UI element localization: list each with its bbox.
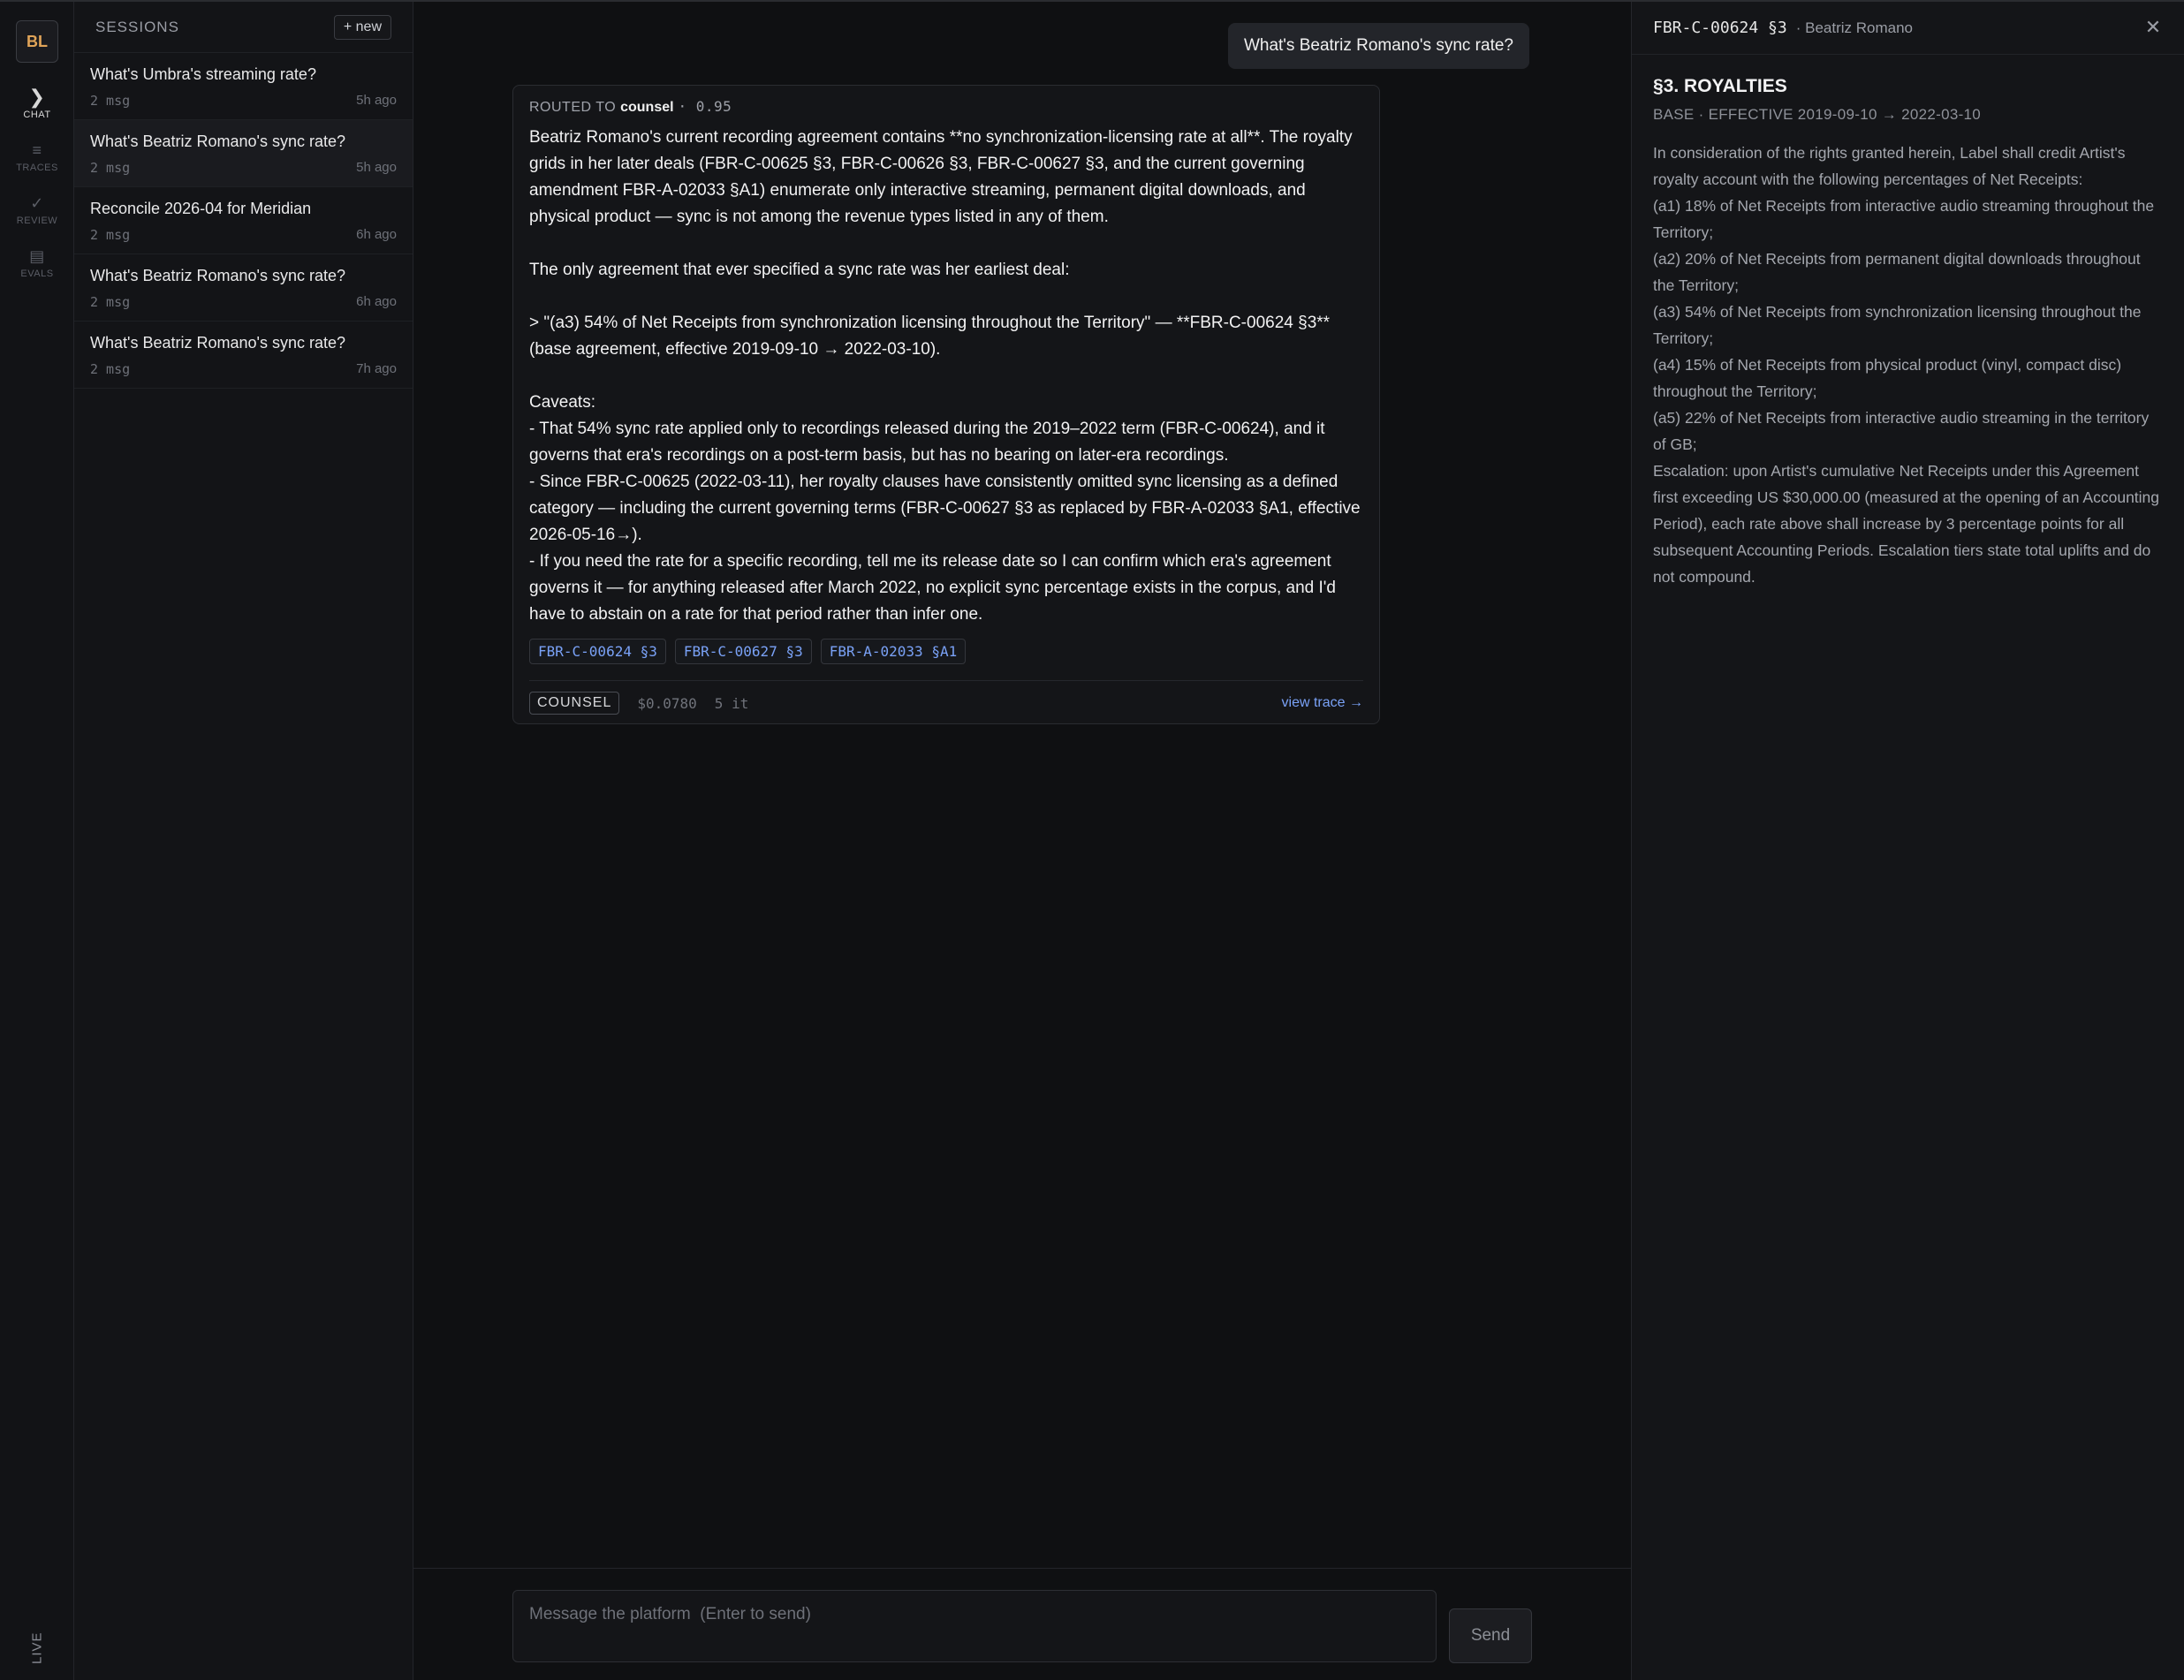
routed-agent: counsel <box>620 100 674 115</box>
clause-escalation: Escalation: upon Artist's cumulative Net… <box>1653 462 2160 586</box>
session-time: 5h ago <box>356 160 397 175</box>
section-subtitle: BASE · EFFECTIVE 2019-09-10 → 2022-03-10 <box>1653 106 1982 123</box>
new-session-button[interactable]: + new <box>333 14 391 40</box>
session-title: What's Beatriz Romano's sync rate? <box>90 334 345 352</box>
citation-list: FBR-C-00624 §3 FBR-C-00627 §3 FBR-A-0203… <box>529 639 1363 664</box>
session-item[interactable]: Reconcile 2026-04 for Meridian 2 msg 6h … <box>74 187 413 254</box>
clause-a4: (a4) 15% of Net Receipts from physical p… <box>1653 356 2122 400</box>
nav-chat-label: CHAT <box>23 109 51 120</box>
sessions-panel: SESSIONS + new What's Umbra's streaming … <box>74 2 413 1680</box>
assistant-answer: ROUTED TO counsel · 0.95 Beatriz Romano'… <box>512 85 1380 724</box>
sessions-title: SESSIONS <box>95 18 179 35</box>
message-input[interactable] <box>512 1590 1437 1662</box>
session-title: Reconcile 2026-04 for Meridian <box>90 200 312 217</box>
session-time: 6h ago <box>356 227 397 242</box>
clause-a2: (a2) 20% of Net Receipts from permanent … <box>1653 250 2141 294</box>
nav-review[interactable]: ✓ REVIEW <box>0 184 74 235</box>
session-title: What's Umbra's streaming rate? <box>90 65 316 83</box>
clause-a1: (a1) 18% of Net Receipts from interactiv… <box>1653 197 2155 241</box>
table-icon: ▤ <box>29 246 45 265</box>
nav-evals-label: EVALS <box>20 268 54 279</box>
live-status: LIVE <box>29 1631 45 1665</box>
send-button[interactable]: Send <box>1449 1608 1532 1663</box>
section-text: In consideration of the rights granted h… <box>1653 140 2163 590</box>
nav-traces-label: TRACES <box>16 162 58 173</box>
clause-a3: (a3) 54% of Net Receipts from synchroniz… <box>1653 303 2142 347</box>
agent-badge: COUNSEL <box>529 692 620 715</box>
session-item[interactable]: What's Umbra's streaming rate? 2 msg 5h … <box>74 53 413 120</box>
chevron-right-icon: ❯ <box>28 85 46 108</box>
document-body: §3. ROYALTIES BASE · EFFECTIVE 2019-09-1… <box>1632 55 2184 611</box>
sessions-header: SESSIONS + new <box>74 2 413 53</box>
document-id: FBR-C-00624 §3 <box>1653 19 1787 37</box>
session-title: What's Beatriz Romano's sync rate? <box>90 132 345 150</box>
session-time: 6h ago <box>356 294 397 309</box>
session-count: 2 msg <box>90 294 131 310</box>
section-title: §3. ROYALTIES <box>1653 76 1787 96</box>
user-message: What's Beatriz Romano's sync rate? <box>1227 23 1529 69</box>
iteration-count: 5 it <box>714 694 749 712</box>
nav-chat[interactable]: ❯ CHAT <box>0 78 74 129</box>
clause-intro: In consideration of the rights granted h… <box>1653 144 2126 188</box>
list-icon: ≡ <box>32 140 42 159</box>
answer-footer: COUNSEL $0.0780 5 it view trace → <box>529 680 1363 715</box>
routed-label: ROUTED TO <box>529 100 617 115</box>
session-title: What's Beatriz Romano's sync rate? <box>90 267 345 284</box>
chat-pane: What's Beatriz Romano's sync rate? ROUTE… <box>413 2 1631 1680</box>
nav-evals[interactable]: ▤ EVALS <box>0 237 74 288</box>
session-count: 2 msg <box>90 93 131 109</box>
session-item-active[interactable]: What's Beatriz Romano's sync rate? 2 msg… <box>74 120 413 187</box>
answer-text: Beatriz Romano's current recording agree… <box>529 128 1361 624</box>
citation-chip[interactable]: FBR-A-02033 §A1 <box>820 639 967 664</box>
session-time: 5h ago <box>356 93 397 108</box>
avatar[interactable]: BL <box>16 20 58 63</box>
nav-traces[interactable]: ≡ TRACES <box>0 131 74 182</box>
routed-score: · 0.95 <box>678 98 732 115</box>
cost-value: $0.0780 <box>637 694 697 712</box>
document-panel: FBR-C-00624 §3 · Beatriz Romano ✕ §3. RO… <box>1631 2 2184 1680</box>
session-item[interactable]: What's Beatriz Romano's sync rate? 2 msg… <box>74 254 413 322</box>
citation-chip[interactable]: FBR-C-00627 §3 <box>674 639 812 664</box>
session-count: 2 msg <box>90 361 131 377</box>
document-artist: · Beatriz Romano <box>1795 19 1913 36</box>
citation-chip[interactable]: FBR-C-00624 §3 <box>529 639 666 664</box>
close-icon[interactable]: ✕ <box>2143 18 2163 37</box>
clause-a5: (a5) 22% of Net Receipts from interactiv… <box>1653 409 2150 453</box>
session-count: 2 msg <box>90 227 131 243</box>
session-count: 2 msg <box>90 160 131 176</box>
check-icon: ✓ <box>30 193 44 212</box>
session-time: 7h ago <box>356 361 397 376</box>
nav-rail: BL ❯ CHAT ≡ TRACES ✓ REVIEW ▤ EVALS LIVE <box>0 2 74 1680</box>
nav-review-label: REVIEW <box>16 215 58 226</box>
view-trace-link[interactable]: view trace → <box>1282 695 1363 711</box>
session-item[interactable]: What's Beatriz Romano's sync rate? 2 msg… <box>74 322 413 389</box>
document-header: FBR-C-00624 §3 · Beatriz Romano ✕ <box>1632 2 2184 55</box>
composer-area: Send <box>413 1568 1631 1680</box>
routing-info: ROUTED TO counsel · 0.95 <box>529 98 1363 116</box>
